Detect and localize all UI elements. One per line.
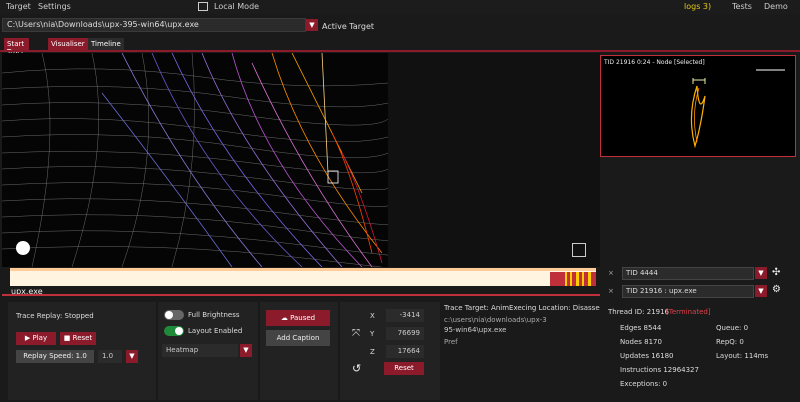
- thread-close-icon[interactable]: ×: [608, 269, 614, 277]
- tab-divider: [0, 50, 800, 52]
- render-mode-dropdown[interactable]: ▼: [240, 344, 252, 357]
- camera-panel: X -3414 ⤧ Y 76699 Z 17664 ↺ Reset: [340, 302, 440, 400]
- menu-target[interactable]: Target: [6, 2, 31, 11]
- layout-panel: Full Brightness Layout Enabled Heatmap ▼: [158, 302, 258, 400]
- target-path-value: C:\Users\nia\Downloads\upx-395-win64\upx…: [7, 20, 199, 29]
- menu-settings[interactable]: Settings: [38, 2, 71, 11]
- graph-menu-icon[interactable]: [16, 241, 30, 255]
- menu-bar: Target Settings Local Mode logs 3) Tests…: [0, 0, 800, 14]
- thread-id-label: Thread ID: 21916: [608, 308, 670, 316]
- grid-icon[interactable]: ✣: [772, 267, 784, 279]
- trace-info-line2: c:\users\nia\downloads\upx-3: [444, 316, 547, 324]
- thread-state: [Terminated]: [666, 308, 711, 316]
- timeline-bar[interactable]: [10, 268, 596, 286]
- layout-time: Layout: 114ms: [716, 352, 769, 360]
- paused-label: Paused: [290, 314, 316, 322]
- full-brightness-label: Full Brightness: [188, 311, 240, 319]
- reset-camera-button[interactable]: Reset: [384, 362, 424, 375]
- thread-select-top[interactable]: TID 4444: [622, 267, 754, 280]
- graph-overlay-icon[interactable]: [572, 243, 586, 257]
- thread-select-bottom[interactable]: TID 21916 : upx.exe: [622, 285, 754, 298]
- render-mode-value: Heatmap: [166, 346, 199, 354]
- thread-close-icon-2[interactable]: ×: [608, 287, 614, 295]
- target-path-select[interactable]: C:\Users\nia\Downloads\upx-395-win64\upx…: [2, 18, 306, 32]
- timeline-render: [10, 268, 596, 286]
- logs-menu[interactable]: logs 3): [684, 2, 711, 11]
- rotate-reset-icon[interactable]: ↺: [352, 362, 361, 375]
- cloud-icon: ☁: [280, 314, 291, 322]
- full-brightness-toggle[interactable]: [164, 310, 184, 320]
- active-target-label: Active Target: [322, 22, 375, 31]
- x-label: X: [370, 312, 375, 320]
- thread-top-label: TID 4444: [626, 269, 658, 277]
- tab-timeline[interactable]: Timeline: [88, 38, 124, 50]
- play-icon: ▶: [24, 334, 33, 342]
- replay-speed-select[interactable]: 1.0: [98, 350, 122, 363]
- paused-button[interactable]: ☁ Paused: [266, 310, 330, 326]
- updates-count: Updates 16180: [620, 352, 674, 360]
- reset-replay-label: Reset: [72, 334, 93, 342]
- x-value[interactable]: -3414: [386, 309, 424, 322]
- trace-info-line3: 95-win64\upx.exe: [444, 326, 507, 334]
- stop-icon: ■: [63, 334, 73, 342]
- demo-menu[interactable]: Demo: [764, 2, 788, 11]
- z-label: Z: [370, 348, 375, 356]
- queue-count: Queue: 0: [716, 324, 749, 332]
- thread-preview-panel[interactable]: TID 21916 0:24 - Node [Selected]: [600, 55, 796, 157]
- exceptions-count: Exceptions: 0: [620, 380, 668, 388]
- timeline-track: [2, 294, 600, 296]
- thread-bottom-label: TID 21916 : upx.exe: [626, 287, 697, 295]
- tab-start-trace[interactable]: Start Trace: [4, 38, 29, 56]
- local-mode-label[interactable]: Local Mode: [214, 2, 259, 11]
- trace-info-panel: Trace Target: AnimExecing Location: Disa…: [442, 302, 617, 400]
- replay-speed-value: 1.0: [102, 352, 114, 360]
- actions-panel: ☁ Paused Add Caption: [260, 302, 338, 400]
- target-dropdown-button[interactable]: ▼: [306, 19, 318, 31]
- graph-visualiser[interactable]: [2, 53, 600, 267]
- replay-speed-label: Replay Speed: 1.0: [16, 350, 94, 363]
- tab-visualiser[interactable]: Visualiser: [48, 38, 88, 50]
- thread-bottom-dropdown[interactable]: ▼: [755, 285, 767, 297]
- tests-menu[interactable]: Tests: [732, 2, 752, 11]
- trace-info-line4: Pref: [444, 338, 458, 346]
- edges-count: Edges 8544: [620, 324, 662, 332]
- toggle-knob: [175, 327, 183, 335]
- trace-info-line1: Trace Target: AnimExecing Location: Disa…: [444, 304, 617, 312]
- toggle-knob: [165, 311, 173, 319]
- repq-count: RepQ: 0: [716, 338, 744, 346]
- z-value[interactable]: 17664: [386, 345, 424, 358]
- play-button[interactable]: ▶ Play: [16, 332, 56, 345]
- expand-icon[interactable]: ⤧: [352, 328, 360, 339]
- nodes-count: Nodes 8170: [620, 338, 662, 346]
- replay-speed-dropdown[interactable]: ▼: [126, 350, 138, 363]
- y-value[interactable]: 76699: [386, 327, 424, 340]
- replay-status: Trace Replay: Stopped: [16, 312, 94, 320]
- settings-icon[interactable]: ⚙: [772, 284, 781, 295]
- layout-enabled-label: Layout Enabled: [188, 327, 243, 335]
- preview-graph: [690, 69, 785, 149]
- layout-enabled-toggle[interactable]: [164, 326, 184, 336]
- instructions-count: Instructions 12964327: [620, 366, 699, 374]
- graph-render: [2, 53, 600, 267]
- add-caption-button[interactable]: Add Caption: [266, 330, 330, 346]
- thread-stats-panel: Thread ID: 21916 [Terminated] Edges 8544…: [600, 302, 798, 400]
- reset-replay-button[interactable]: ■ Reset: [60, 332, 96, 345]
- render-mode-select[interactable]: Heatmap: [162, 344, 238, 357]
- thread-top-dropdown[interactable]: ▼: [755, 267, 767, 279]
- replay-panel: Trace Replay: Stopped ▶ Play ■ Reset Rep…: [8, 302, 156, 400]
- y-label: Y: [370, 330, 375, 338]
- play-label: Play: [32, 334, 48, 342]
- monitor-icon: [198, 2, 208, 11]
